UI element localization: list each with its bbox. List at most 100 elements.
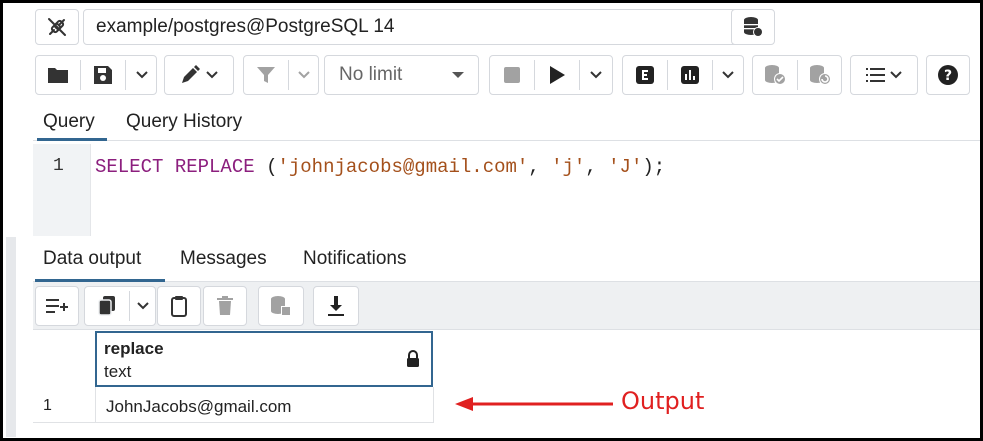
comma: ,	[585, 156, 597, 178]
edit-group[interactable]	[164, 55, 234, 95]
column-name: replace	[104, 339, 164, 358]
chevron-down-icon	[136, 71, 148, 79]
code-line[interactable]: SELECT REPLACE ('johnjacobs@gmail.com', …	[95, 156, 665, 178]
result-tabs: Data output Messages Notifications	[33, 242, 980, 282]
comma: ,	[528, 156, 540, 178]
filter-icon	[257, 67, 275, 83]
connection-status-button[interactable]	[35, 9, 79, 45]
filter-button[interactable]	[244, 56, 288, 94]
close-paren: );	[642, 156, 666, 178]
keyword-replace: REPLACE	[174, 156, 255, 178]
delete-button[interactable]	[203, 286, 247, 326]
explain-analyze-button[interactable]	[668, 56, 712, 94]
svg-text:?: ?	[944, 68, 952, 84]
data-grid: replace text 1 JohnJacobs@gmail.com	[33, 331, 980, 438]
limit-select[interactable]: No limit	[324, 55, 479, 95]
line-gutter: 1	[33, 144, 91, 236]
row-number[interactable]: 1	[43, 397, 52, 415]
execute-button[interactable]	[535, 56, 579, 94]
stop-icon	[504, 67, 520, 83]
download-button[interactable]	[313, 286, 359, 326]
connection-label: example/postgres@PostgreSQL 14	[96, 16, 395, 37]
column-header-replace[interactable]: replace text	[95, 331, 433, 387]
question-icon: ?	[938, 65, 958, 85]
row-divider	[433, 387, 434, 423]
database-rollback-icon	[810, 65, 831, 85]
filter-group	[243, 55, 319, 95]
string-arg-3: 'J'	[608, 156, 643, 178]
lock-icon	[405, 350, 421, 373]
trash-icon	[217, 296, 233, 315]
open-paren: (	[266, 156, 278, 178]
copy-options-dropdown[interactable]	[130, 287, 156, 325]
active-tab-indicator	[37, 138, 107, 141]
folder-icon	[48, 68, 68, 83]
tab-messages[interactable]: Messages	[180, 248, 267, 270]
panel-resize-strip[interactable]	[6, 237, 16, 437]
column-type: text	[104, 362, 132, 381]
chevron-down-icon	[890, 71, 902, 79]
explain-options-dropdown[interactable]	[713, 56, 743, 94]
connection-bar: example/postgres@PostgreSQL 14	[33, 7, 980, 45]
annotation-label: Output	[621, 387, 705, 415]
play-icon	[550, 66, 565, 84]
save-icon	[94, 66, 112, 84]
caret-down-icon	[450, 56, 466, 94]
clipboard-icon	[171, 296, 187, 317]
copy-icon	[98, 296, 115, 316]
file-group	[35, 55, 157, 95]
chevron-down-icon	[298, 71, 310, 79]
connection-select[interactable]: example/postgres@PostgreSQL 14	[83, 9, 769, 45]
explain-group	[622, 55, 744, 95]
edit-menu-button[interactable]	[165, 56, 233, 94]
filter-options-dropdown[interactable]	[289, 56, 319, 94]
chevron-down-icon	[722, 71, 734, 79]
save-file-button[interactable]	[81, 56, 125, 94]
sql-editor[interactable]: 1 SELECT REPLACE ('johnjacobs@gmail.com'…	[33, 144, 980, 236]
stop-button[interactable]	[490, 56, 534, 94]
window-frame: example/postgres@PostgreSQL 14 No limit …	[0, 0, 983, 441]
macros-button[interactable]	[850, 55, 918, 95]
tab-query[interactable]: Query	[43, 111, 95, 133]
tab-query-history[interactable]: Query History	[126, 111, 242, 133]
transaction-group	[752, 55, 842, 95]
add-row-icon	[46, 299, 68, 313]
open-file-button[interactable]	[36, 56, 80, 94]
save-data-button[interactable]	[258, 286, 304, 326]
line-number: 1	[53, 156, 64, 176]
keyword-select: SELECT	[95, 156, 164, 178]
rollback-button[interactable]	[798, 56, 842, 94]
paste-button[interactable]	[157, 286, 201, 326]
commit-button[interactable]	[753, 56, 797, 94]
annotation-arrow	[455, 397, 613, 411]
unplug-icon	[48, 18, 66, 36]
list-icon	[866, 68, 885, 82]
new-connection-button[interactable]	[731, 9, 775, 45]
editor-tabs: Query Query History	[33, 105, 980, 141]
chevron-down-icon	[590, 71, 602, 79]
row-divider	[95, 387, 96, 423]
help-button[interactable]: ?	[926, 55, 970, 95]
copy-button[interactable]	[85, 287, 129, 325]
limit-value: No limit	[339, 64, 403, 85]
save-options-dropdown[interactable]	[126, 56, 158, 94]
add-row-button[interactable]	[35, 286, 79, 326]
chevron-down-icon	[206, 71, 218, 79]
explain-icon	[636, 66, 654, 84]
tab-data-output[interactable]: Data output	[43, 248, 141, 270]
download-icon	[328, 296, 344, 316]
string-arg-1: 'johnjacobs@gmail.com'	[277, 156, 529, 178]
pencil-icon	[182, 65, 200, 83]
bar-chart-icon	[681, 66, 699, 84]
database-check-icon	[765, 65, 786, 85]
tab-notifications[interactable]: Notifications	[303, 248, 407, 270]
database-icon	[744, 17, 763, 37]
table-cell[interactable]: JohnJacobs@gmail.com	[106, 397, 291, 417]
query-toolbar: No limit ?	[33, 53, 980, 99]
execute-options-dropdown[interactable]	[580, 56, 612, 94]
chevron-down-icon	[137, 302, 149, 310]
execute-group	[489, 55, 613, 95]
copy-group	[84, 286, 156, 326]
results-toolbar	[33, 282, 980, 330]
explain-button[interactable]	[623, 56, 667, 94]
